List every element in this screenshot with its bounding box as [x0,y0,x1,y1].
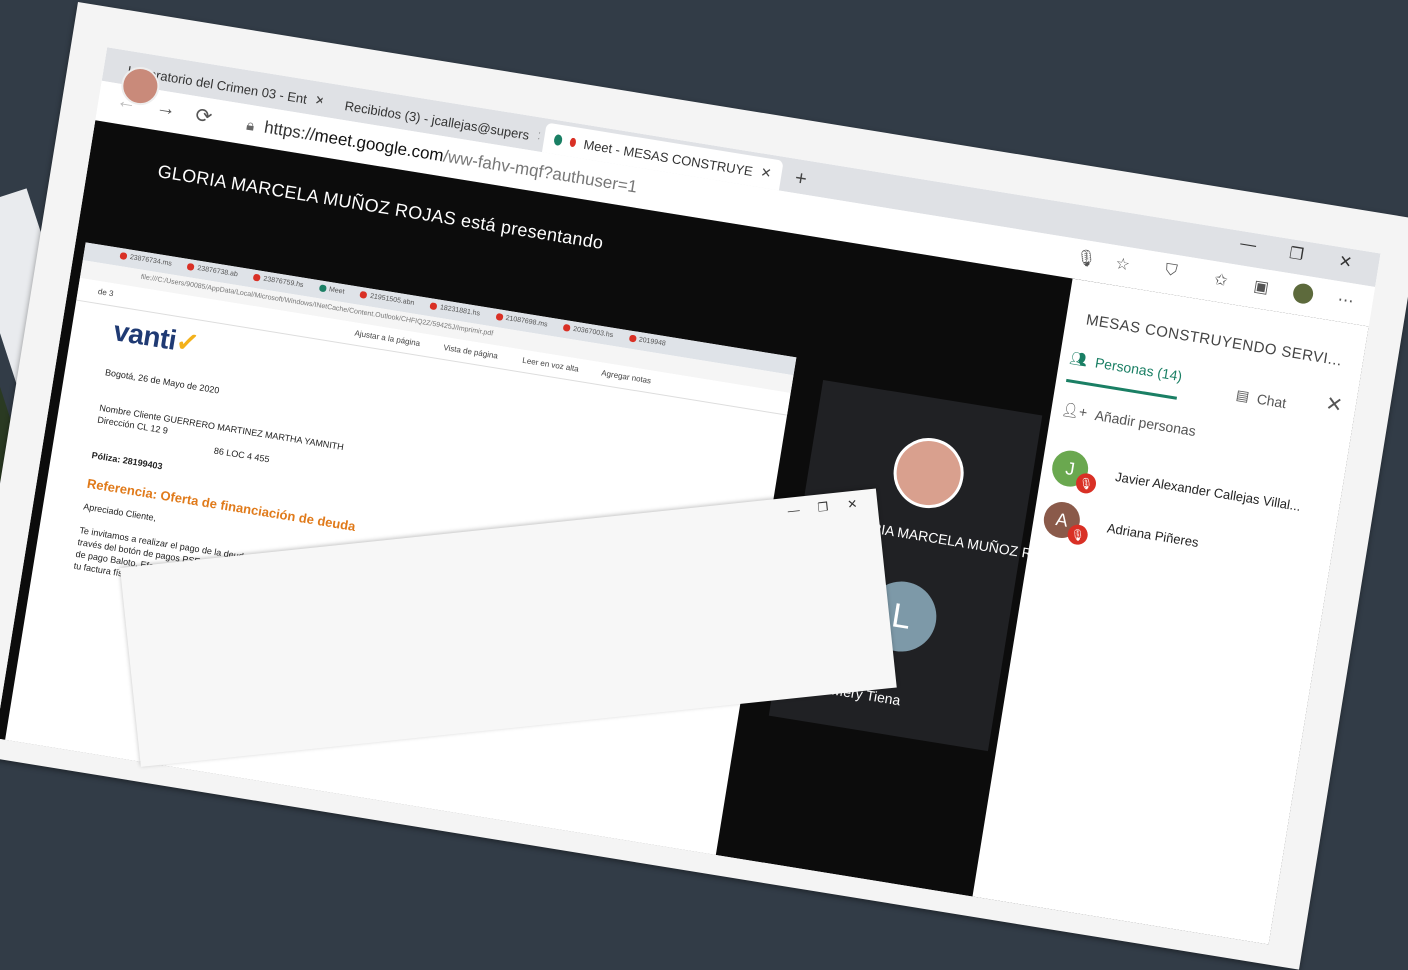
participant-avatar: J 🎙︎ [1049,447,1098,495]
close-icon[interactable]: ✕ [1324,391,1345,418]
doc-policy: Póliza: 28199403 [90,450,164,472]
vanti-logo: vanti✓ [111,315,202,360]
doc-greeting: Apreciado Cliente, [82,501,157,524]
close-icon[interactable]: ✕ [759,164,773,182]
minimize-button[interactable]: — [1239,235,1258,255]
pdf-icon [429,302,438,311]
doc-date: Bogotá, 26 de Mayo de 2020 [104,367,221,396]
add-people-button[interactable]: 👤︎+ Añadir personas [1060,401,1197,440]
mic-off-icon: 🎙︎ [1074,471,1098,495]
new-tab-button[interactable]: + [793,167,808,192]
forward-arrow-icon[interactable]: → [154,96,177,122]
doc-address-2: 86 LOC 4 455 [213,445,271,465]
gmail-icon [336,98,338,110]
minimize-button[interactable]: — [787,503,800,518]
add-notes-button: Agregar notas [600,368,652,386]
pdf-icon [119,252,128,261]
page-view-button: Vista de página [442,342,499,361]
people-icon: 👥︎ [1068,349,1089,368]
more-options-icon[interactable]: ⋯ [1336,289,1355,311]
tab-chat[interactable]: ▤ Chat [1235,386,1288,411]
pdf-icon [186,262,196,271]
participant-name: Javier Alexander Callejas Villal... [1114,468,1302,514]
doc-reference: Referencia: Oferta de financiación de de… [85,475,357,534]
window-close-button[interactable]: ✕ [847,497,858,512]
browser-window: Laboratorio del Crimen 03 - Ent ✕ Recibi… [0,47,1381,945]
add-person-icon: 👤︎+ [1060,400,1089,421]
fit-page-button: Ajustar a la página [353,328,421,349]
reload-icon[interactable]: ⟳ [193,102,214,129]
collections-icon[interactable]: ▣ [1252,276,1270,298]
lock-icon: 🔒︎ [245,116,256,135]
maximize-button[interactable]: ❐ [1288,243,1305,265]
read-aloud-button: Leer en voz alta [521,355,580,374]
close-icon[interactable]: ✕ [313,92,325,110]
favorites-icon[interactable]: ✩ [1213,269,1229,291]
pdf-icon [495,312,504,321]
url-scheme: https:// [262,117,317,145]
check-icon: ✓ [173,325,202,360]
participant-name: Adriana Piñeres [1106,519,1200,550]
tab-people[interactable]: 👥︎ Personas (14) [1069,349,1184,384]
participant-row[interactable]: A 🎙︎ Adriana Piñeres [1041,499,1201,560]
maximize-button[interactable]: ❐ [817,500,829,515]
page-number: de 3 [97,286,115,299]
recording-dot-icon [569,137,577,147]
microphone-icon[interactable]: 🎙︎ [1074,247,1098,270]
pdf-icon [253,273,262,282]
pdf-icon [562,323,571,332]
profile-avatar[interactable] [1291,282,1315,306]
youtube-icon [119,63,121,74]
participant-avatar: A 🎙︎ [1041,499,1090,547]
close-icon[interactable]: ✕ [536,128,542,146]
meet-icon [318,284,327,293]
chat-icon: ▤ [1234,386,1251,405]
pdf-icon [628,334,637,343]
participant-photo [888,432,969,514]
pdf-icon [359,290,368,299]
window-close-button[interactable]: ✕ [1337,251,1353,273]
active-tab-indicator [1065,378,1178,400]
screenshot-frame: Laboratorio del Crimen 03 - Ent ✕ Recibi… [0,2,1408,970]
mic-off-icon: 🎙︎ [1066,523,1090,547]
meet-icon [553,133,564,146]
